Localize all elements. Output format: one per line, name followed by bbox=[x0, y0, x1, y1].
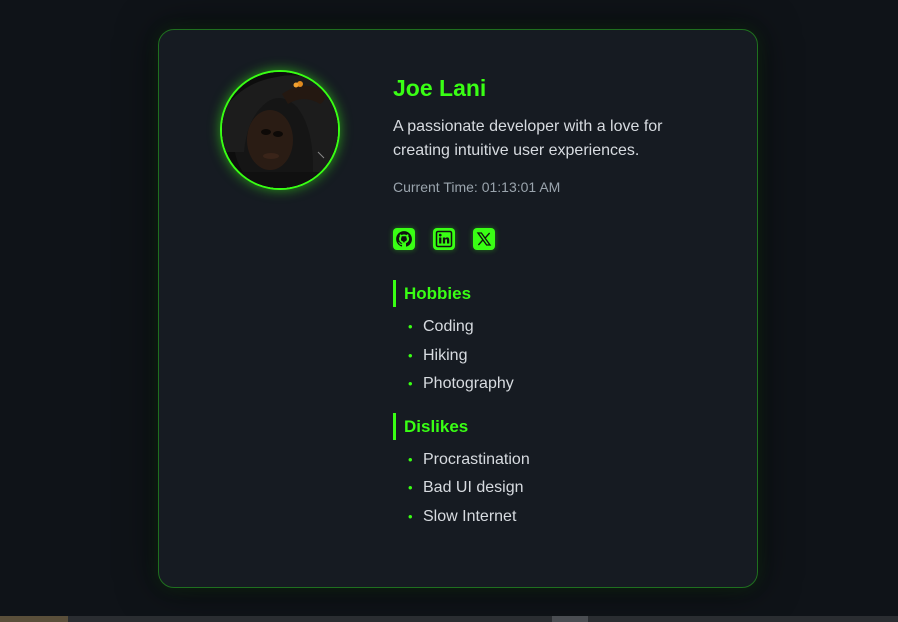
profile-bio: A passionate developer with a love for c… bbox=[393, 118, 663, 159]
linkedin-link[interactable] bbox=[433, 228, 455, 250]
list-item: • Bad UI design bbox=[408, 474, 713, 503]
social-links bbox=[393, 228, 713, 250]
list-item: • Photography bbox=[408, 370, 713, 399]
bullet-icon: • bbox=[408, 347, 413, 363]
current-time-label: Current Time: bbox=[393, 179, 478, 195]
taskbar-item[interactable] bbox=[552, 616, 588, 622]
hobbies-list: • Coding • Hiking • Photography bbox=[393, 313, 713, 399]
x-icon bbox=[476, 232, 492, 246]
dislikes-list: • Procrastination • Bad UI design • Slow In… bbox=[393, 446, 713, 532]
taskbar-start[interactable] bbox=[0, 616, 68, 622]
bullet-icon: • bbox=[408, 319, 413, 334]
profile-info: Joe Lani A passionate developer with a l… bbox=[393, 74, 713, 531]
current-time-value: 01:13:01 AM bbox=[481, 179, 561, 195]
current-time: Current Time: 01:13:01 AM bbox=[393, 178, 713, 196]
bullet-icon: • bbox=[408, 480, 413, 495]
list-item: • Hiking bbox=[408, 342, 713, 371]
list-item-label: Bad UI design bbox=[423, 479, 524, 496]
avatar bbox=[220, 70, 340, 190]
list-item-label: Photography bbox=[423, 375, 514, 392]
github-link[interactable] bbox=[393, 228, 415, 250]
dislikes-section: Dislikes • Procrastination • Bad UI design… bbox=[393, 412, 713, 532]
profile-card: Joe Lani A passionate developer with a l… bbox=[158, 29, 758, 588]
list-item-label: Hiking bbox=[423, 346, 468, 364]
profile-name: Joe Lani bbox=[393, 75, 487, 101]
hobbies-title: Hobbies bbox=[393, 280, 713, 307]
linkedin-icon bbox=[435, 230, 453, 248]
list-item-label: Slow Internet bbox=[423, 507, 517, 525]
list-item: • Slow Internet bbox=[408, 503, 713, 532]
list-item-label: Procrastination bbox=[423, 450, 530, 468]
bullet-icon: • bbox=[408, 376, 413, 391]
bullet-icon: • bbox=[408, 508, 413, 524]
avatar-photo bbox=[222, 72, 338, 188]
bullet-icon: • bbox=[408, 451, 413, 467]
list-item: • Coding bbox=[408, 313, 713, 342]
list-item-label: Coding bbox=[423, 318, 474, 335]
github-icon bbox=[396, 231, 412, 247]
dislikes-title: Dislikes bbox=[393, 412, 713, 440]
hobbies-section: Hobbies • Coding • Hiking • Photography bbox=[393, 280, 713, 399]
taskbar bbox=[0, 616, 898, 622]
x-link[interactable] bbox=[473, 228, 495, 250]
list-item: • Procrastination bbox=[408, 446, 713, 475]
